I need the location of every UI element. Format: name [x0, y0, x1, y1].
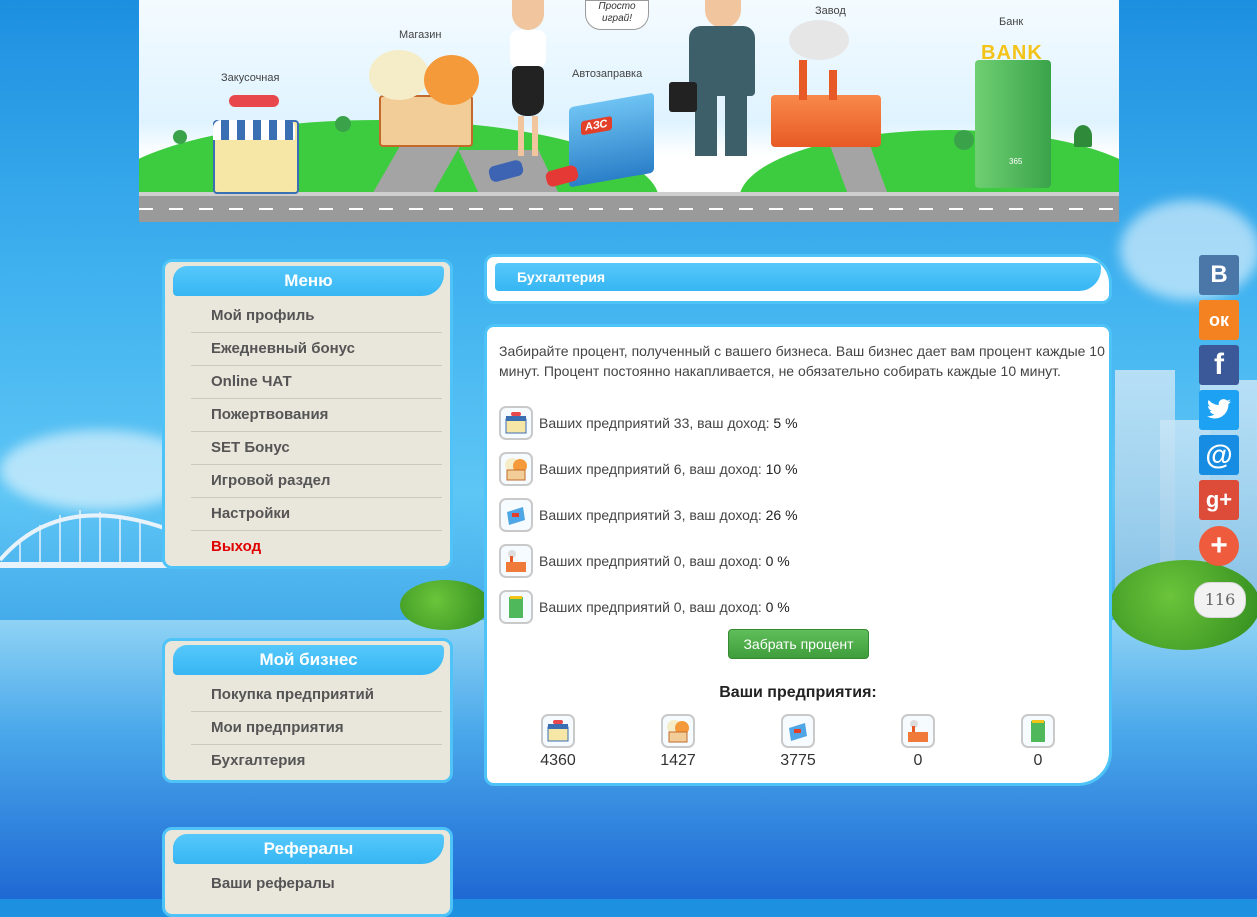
- enterprise-count-item: 3775: [768, 714, 828, 770]
- vk-share-icon[interactable]: В: [1199, 255, 1239, 295]
- shop-roof: [369, 50, 429, 100]
- menu-item-logout[interactable]: Выход: [191, 531, 442, 563]
- speech-bubble: Просто играй!: [585, 0, 649, 30]
- factory-chimney: [799, 60, 807, 100]
- menu-item-settings[interactable]: Настройки: [191, 498, 442, 531]
- enterprise-count: 0: [1033, 752, 1043, 769]
- shop-icon: [661, 714, 695, 748]
- enterprise-count-item: 0: [1008, 714, 1068, 770]
- factory-icon: [901, 714, 935, 748]
- woman-illustration: [504, 0, 552, 160]
- row-text: Ваших предприятий 3, ваш доход:: [539, 507, 766, 523]
- row-text: Ваших предприятий 0, ваш доход:: [539, 599, 766, 615]
- row-income: 0 %: [765, 553, 790, 569]
- label-bank: Банк: [999, 16, 1024, 28]
- business-panel: Мой бизнес Покупка предприятий Мои предп…: [162, 638, 453, 783]
- row-income: 26 %: [765, 507, 798, 523]
- menu-item-chat[interactable]: Online ЧАТ: [191, 366, 442, 399]
- bank-building: 365: [975, 60, 1051, 188]
- row-income: 5 %: [773, 415, 798, 431]
- page-title: Бухгалтерия: [495, 263, 1101, 291]
- label-gas: Автозаправка: [572, 68, 643, 80]
- menu-item-buy-enterprises[interactable]: Покупка предприятий: [191, 679, 442, 712]
- menu-item-donations[interactable]: Пожертвования: [191, 399, 442, 432]
- bank-sign: BANK: [981, 42, 1043, 64]
- google-plus-share-icon[interactable]: g+: [1199, 480, 1239, 520]
- business-title: Мой бизнес: [173, 645, 444, 675]
- odnoklassniki-share-icon[interactable]: ок: [1199, 300, 1239, 340]
- row-text: Ваших предприятий 33, ваш доход:: [539, 415, 774, 431]
- enterprise-row: Ваших предприятий 6, ваш доход: 10 %: [499, 451, 798, 487]
- referrals-list: Ваши рефералы: [191, 868, 442, 900]
- tree: [954, 130, 974, 150]
- menu-item-set-bonus[interactable]: SET Бонус: [191, 432, 442, 465]
- share-more-icon[interactable]: +: [1199, 526, 1239, 566]
- menu-item-daily-bonus[interactable]: Ежедневный бонус: [191, 333, 442, 366]
- gas-station-sign: АЗС: [581, 115, 612, 136]
- businessman-illustration: [669, 0, 759, 160]
- gas-station-building: АЗС: [569, 92, 654, 188]
- bank-icon: [499, 590, 533, 624]
- header-banner: Закусочная Магазин Автозаправка Завод Ба…: [139, 0, 1119, 222]
- diner-building: [213, 120, 299, 194]
- row-text: Ваших предприятий 6, ваш доход:: [539, 461, 766, 477]
- enterprise-row: Ваших предприятий 3, ваш доход: 26 %: [499, 497, 798, 533]
- enterprise-count-item: 4360: [528, 714, 588, 770]
- tree: [1074, 125, 1092, 147]
- mail-share-icon[interactable]: @: [1199, 435, 1239, 475]
- factory-building: [771, 95, 881, 147]
- menu-item-game-section[interactable]: Игровой раздел: [191, 465, 442, 498]
- referrals-title: Рефералы: [173, 834, 444, 864]
- factory-smoke: [789, 20, 849, 60]
- twitter-share-icon[interactable]: [1199, 390, 1239, 430]
- diner-icon: [499, 406, 533, 440]
- enterprise-row: Ваших предприятий 0, ваш доход: 0 %: [499, 589, 790, 625]
- gas-station-icon: [499, 498, 533, 532]
- row-income: 10 %: [765, 461, 798, 477]
- tree: [335, 116, 351, 132]
- menu-item-my-enterprises[interactable]: Мои предприятия: [191, 712, 442, 745]
- shop-icon: [499, 452, 533, 486]
- enterprise-count: 0: [913, 752, 923, 769]
- bank-icon: [1021, 714, 1055, 748]
- enterprise-count: 4360: [540, 752, 576, 769]
- content-header: Бухгалтерия: [484, 254, 1112, 304]
- enterprise-row: Ваших предприятий 33, ваш доход: 5 %: [499, 405, 798, 441]
- menu-item-profile[interactable]: Мой профиль: [191, 300, 442, 333]
- shop-roof: [424, 55, 479, 105]
- referrals-panel: Рефералы Ваши рефералы: [162, 827, 453, 917]
- share-count: 116: [1194, 582, 1246, 618]
- row-text: Ваших предприятий 0, ваш доход:: [539, 553, 766, 569]
- enterprise-count: 3775: [780, 752, 816, 769]
- menu-item-accounting[interactable]: Бухгалтерия: [191, 745, 442, 777]
- sausage-sign: [229, 95, 279, 107]
- menu-title: Меню: [173, 266, 444, 296]
- intro-text: Забирайте процент, полученный с вашего б…: [499, 343, 1105, 379]
- enterprise-count: 1427: [660, 752, 696, 769]
- accounting-content: Забирайте процент, полученный с вашего б…: [484, 324, 1112, 786]
- enterprise-count-item: 1427: [648, 714, 708, 770]
- bank-number: 365: [1009, 157, 1023, 166]
- gas-station-icon: [781, 714, 815, 748]
- row-income: 0 %: [765, 599, 790, 615]
- facebook-share-icon[interactable]: f: [1199, 345, 1239, 385]
- label-diner: Закусочная: [221, 72, 280, 84]
- business-list: Покупка предприятий Мои предприятия Бухг…: [191, 679, 442, 777]
- factory-chimney: [829, 70, 837, 100]
- menu-panel: Меню Мой профиль Ежедневный бонус Online…: [162, 259, 453, 569]
- collect-percent-button[interactable]: Забрать процент: [728, 629, 869, 659]
- bridge-illustration: [0, 510, 170, 568]
- enterprise-row: Ваших предприятий 0, ваш доход: 0 %: [499, 543, 790, 579]
- road-main: [139, 192, 1119, 222]
- factory-icon: [499, 544, 533, 578]
- label-shop: Магазин: [399, 29, 442, 41]
- diner-icon: [541, 714, 575, 748]
- menu-list: Мой профиль Ежедневный бонус Online ЧАТ …: [191, 300, 442, 563]
- enterprise-count-item: 0: [888, 714, 948, 770]
- menu-item-your-referrals[interactable]: Ваши рефералы: [191, 868, 442, 900]
- label-factory: Завод: [815, 5, 846, 17]
- your-enterprises-title: Ваши предприятия:: [719, 684, 877, 701]
- trees: [400, 580, 490, 630]
- tree: [173, 130, 187, 144]
